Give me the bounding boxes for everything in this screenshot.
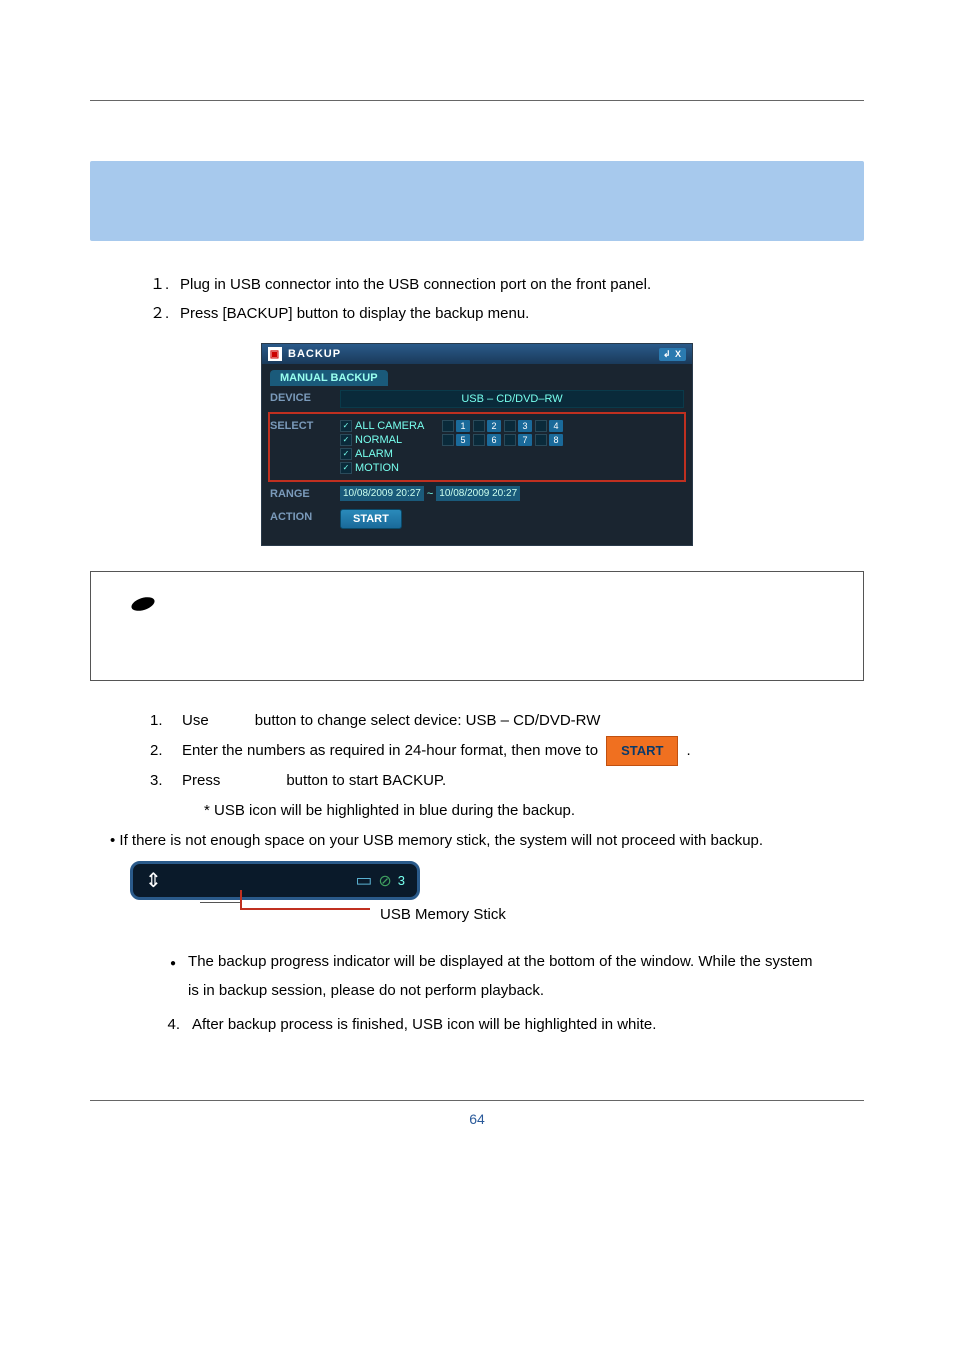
notes-list: ● The backup progress indicator will be …: [170, 948, 814, 1040]
check-all-camera[interactable]: ✓ALL CAMERA: [340, 420, 436, 432]
start-inline-button[interactable]: START: [606, 736, 678, 766]
device-label: DEVICE: [270, 390, 340, 404]
range-to[interactable]: 10/08/2009 20:27: [436, 486, 520, 501]
step-text: button to change select device: USB – CD…: [255, 706, 601, 736]
intro-steps: １.Plug in USB connector into the USB con…: [150, 271, 864, 328]
info-box: [90, 571, 864, 681]
check-normal[interactable]: ✓NORMAL: [340, 434, 436, 446]
section-banner: [90, 161, 864, 241]
step-idx: 4.: [154, 1011, 180, 1040]
step-text: .: [686, 736, 690, 766]
step-text: Press: [182, 766, 220, 796]
usb-pointer: [190, 900, 370, 928]
window-titlebar: ▣ BACKUP ↲ X: [262, 344, 692, 364]
step-text: After backup process is finished, USB ic…: [192, 1011, 656, 1040]
bottom-rule: [90, 1100, 864, 1101]
device-value[interactable]: USB – CD/DVD–RW: [340, 390, 684, 408]
backup-window: ▣ BACKUP ↲ X MANUAL BACKUP DEVICE USB – …: [261, 343, 693, 546]
camera-6[interactable]: 6: [473, 434, 501, 446]
step-idx: 1.: [150, 706, 174, 736]
cd-count: 3: [398, 873, 405, 888]
window-buttons[interactable]: ↲ X: [659, 348, 686, 361]
range-sep: ~: [427, 488, 433, 500]
camera-4[interactable]: 4: [535, 420, 563, 432]
tab-manual-backup[interactable]: MANUAL BACKUP: [270, 370, 388, 386]
cd-icon: ⊘: [378, 871, 391, 891]
step-text: Use: [182, 706, 209, 736]
backup-app-icon: ▣: [268, 347, 282, 361]
window-title: BACKUP: [288, 348, 341, 360]
step-idx: 2.: [150, 736, 174, 766]
no-space-note: • If there is not enough space on your U…: [110, 832, 864, 849]
camera-8[interactable]: 8: [535, 434, 563, 446]
camera-1[interactable]: 1: [442, 420, 470, 432]
camera-icon: ▭: [355, 870, 372, 891]
start-button[interactable]: START: [340, 509, 402, 529]
check-motion[interactable]: ✓MOTION: [340, 462, 436, 474]
info-icon: [130, 595, 157, 614]
usb-label: USB Memory Stick: [380, 906, 506, 923]
check-alarm[interactable]: ✓ALARM: [340, 448, 436, 460]
select-highlight-box: SELECT ✓ALL CAMERA 1 2 3 4 ✓NORMAL: [268, 412, 686, 482]
camera-5[interactable]: 5: [442, 434, 470, 446]
step-idx: 3.: [150, 766, 174, 796]
range-from[interactable]: 10/08/2009 20:27: [340, 486, 424, 501]
select-label: SELECT: [270, 418, 340, 432]
camera-2[interactable]: 2: [473, 420, 501, 432]
usb-note: * USB icon will be highlighted in blue d…: [204, 796, 575, 826]
step-text: Enter the numbers as required in 24-hour…: [182, 736, 598, 766]
step-num: １.: [150, 271, 180, 300]
camera-3[interactable]: 3: [504, 420, 532, 432]
bullet-text: The backup progress indicator will be di…: [188, 948, 814, 1005]
action-label: ACTION: [270, 509, 340, 523]
step-text: button to start BACKUP.: [286, 766, 446, 796]
range-label: RANGE: [270, 486, 340, 500]
procedure-steps: 1. Use button to change select device: U…: [150, 706, 864, 826]
page-number: 64: [90, 1111, 864, 1127]
bullet-icon: ●: [170, 948, 176, 1005]
usb-icon: ⇕: [145, 868, 162, 893]
camera-7[interactable]: 7: [504, 434, 532, 446]
usb-status-bar: ⇕ ▭ ⊘ 3: [130, 861, 420, 900]
step-text: Press [BACKUP] button to display the bac…: [180, 305, 529, 322]
step-num: ２.: [150, 300, 180, 329]
step-text: Plug in USB connector into the USB conne…: [180, 276, 651, 293]
top-rule: [90, 100, 864, 101]
